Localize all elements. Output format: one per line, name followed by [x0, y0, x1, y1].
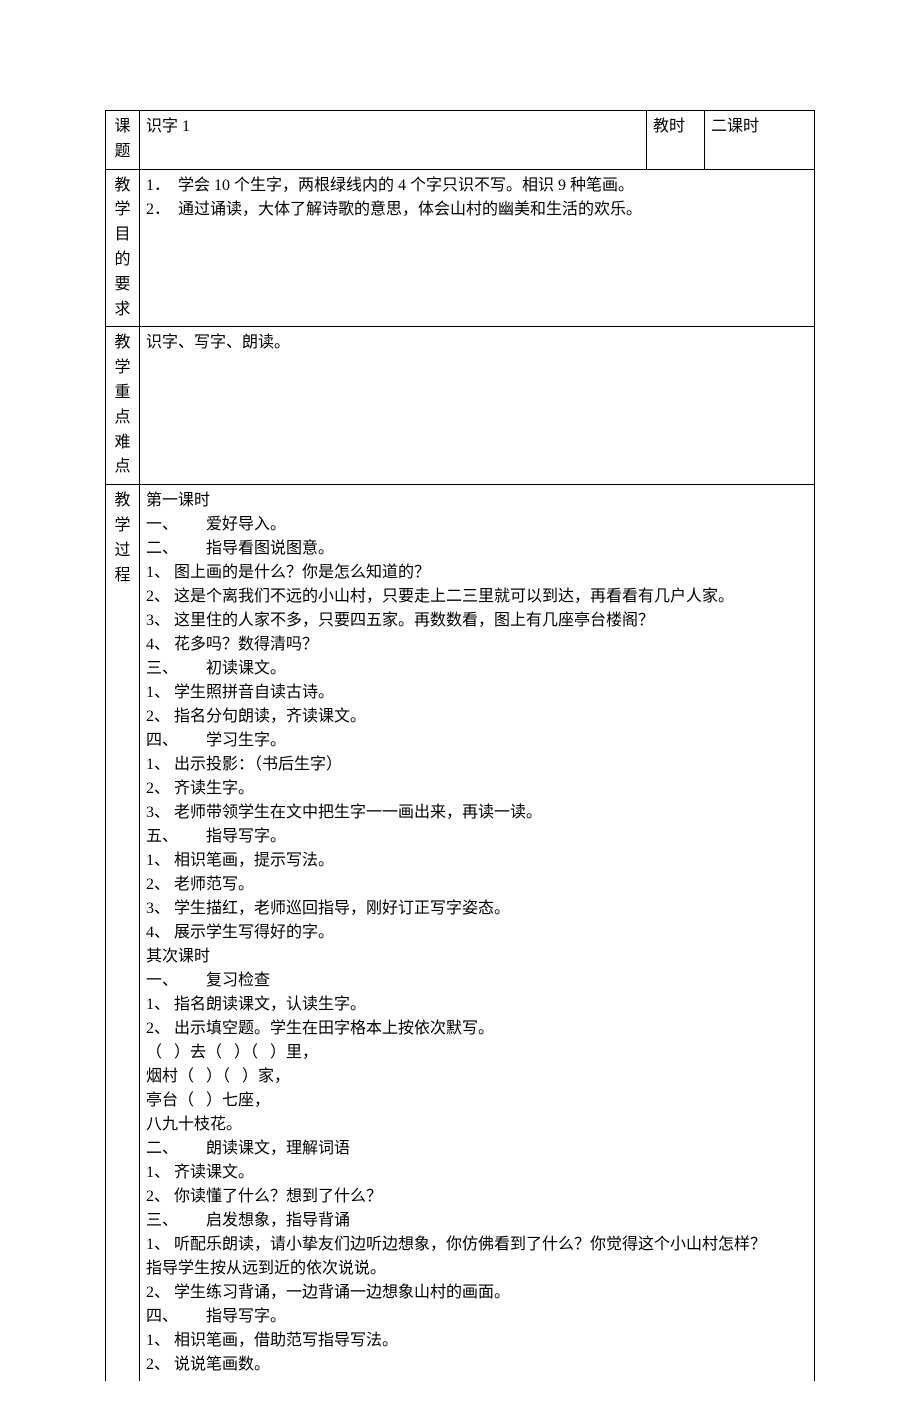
- keypoints-content-cell: 识字、写字、朗读。: [140, 327, 815, 485]
- proc-line: 3、 老师带领学生在文中把生字一一画出来，再读一读。: [146, 801, 808, 825]
- proc-line: 三、 启发想象，指导背诵: [146, 1209, 808, 1233]
- proc-line: 四、 指导写字。: [146, 1305, 808, 1329]
- obj-label-line1: 教学: [112, 174, 133, 224]
- header-row: 课题 识字 1 教时 二课时: [106, 111, 815, 170]
- proc-line: 2、 老师范写。: [146, 873, 808, 897]
- proc-line: 1、 齐读课文。: [146, 1161, 808, 1185]
- objectives-row: 教学 目的 要求 1． 学会 10 个生字，两根绿线内的 4 个字只识不写。相识…: [106, 169, 815, 327]
- process-label-cell: 教 学 过 程: [106, 485, 140, 1382]
- topic-value-cell: 识字 1: [140, 111, 647, 170]
- proc-line: 第一课时: [146, 489, 808, 513]
- proc-line: 1、 学生照拼音自读古诗。: [146, 681, 808, 705]
- proc-line: 3、 这里住的人家不多，只要四五家。再数数看，图上有几座亭台楼阁？: [146, 609, 808, 633]
- proc-line: 2、 指名分句朗读，齐读课文。: [146, 705, 808, 729]
- topic-label-cell: 课题: [106, 111, 140, 170]
- proc-label-3: 过: [112, 539, 133, 564]
- proc-line: 2、 出示填空题。学生在田字格本上按依次默写。: [146, 1017, 808, 1041]
- proc-line: 1、 听配乐朗读，请小挚友们边听边想象，你仿佛看到了什么？你觉得这个小山村怎样？: [146, 1233, 808, 1257]
- topic-value: 识字 1: [146, 118, 190, 135]
- proc-line: 2、 说说笔画数。: [146, 1353, 808, 1377]
- obj-line-2: 2． 通过诵读，大体了解诗歌的意思，体会山村的幽美和生活的欢乐。: [146, 198, 808, 222]
- proc-line: 1、 指名朗读课文，认读生字。: [146, 993, 808, 1017]
- process-content-cell: 第一课时 一、 爱好导入。 二、 指导看图说图意。 1、 图上画的是什么？你是怎…: [140, 485, 815, 1382]
- proc-line: 八九十枝花。: [146, 1113, 808, 1137]
- proc-line: 其次课时: [146, 945, 808, 969]
- proc-line: （ ）去（ ）（ ）里，: [146, 1041, 808, 1065]
- proc-line: 3、 学生描红，老师巡回指导，刚好订正写字姿态。: [146, 897, 808, 921]
- time-label-cell: 教时: [647, 111, 705, 170]
- time-value: 二课时: [711, 118, 759, 135]
- lesson-plan-table: 课题 识字 1 教时 二课时 教学 目的 要求 1． 学会 10 个生字，两根绿…: [105, 110, 815, 1381]
- proc-line: 1、 图上画的是什么？你是怎么知道的？: [146, 561, 808, 585]
- proc-label-4: 程: [112, 564, 133, 589]
- kp-label-line2: 重点: [112, 381, 133, 431]
- proc-line: 亭台（ ）七座，: [146, 1089, 808, 1113]
- keypoints-text: 识字、写字、朗读。: [146, 334, 290, 351]
- kp-label-line1: 教学: [112, 331, 133, 381]
- keypoints-label-cell: 教学 重点 难点: [106, 327, 140, 485]
- topic-label: 课题: [112, 115, 133, 165]
- obj-label-line2: 目的: [112, 223, 133, 273]
- proc-line: 1、 相识笔画，提示写法。: [146, 849, 808, 873]
- kp-label-line3: 难点: [112, 431, 133, 481]
- proc-line: 一、 爱好导入。: [146, 513, 808, 537]
- objectives-content-cell: 1． 学会 10 个生字，两根绿线内的 4 个字只识不写。相识 9 种笔画。 2…: [140, 169, 815, 327]
- keypoints-row: 教学 重点 难点 识字、写字、朗读。: [106, 327, 815, 485]
- proc-label-1: 教: [112, 489, 133, 514]
- obj-label-line3: 要求: [112, 273, 133, 323]
- time-value-cell: 二课时: [705, 111, 815, 170]
- proc-line: 三、 初读课文。: [146, 657, 808, 681]
- proc-line: 2、 齐读生字。: [146, 777, 808, 801]
- proc-line: 指导学生按从远到近的依次说说。: [146, 1257, 808, 1281]
- proc-line: 五、 指导写字。: [146, 825, 808, 849]
- obj-line-1: 1． 学会 10 个生字，两根绿线内的 4 个字只识不写。相识 9 种笔画。: [146, 174, 808, 198]
- proc-line: 4、 展示学生写得好的字。: [146, 921, 808, 945]
- proc-line: 一、 复习检查: [146, 969, 808, 993]
- proc-label-2: 学: [112, 514, 133, 539]
- proc-line: 二、 朗读课文，理解词语: [146, 1137, 808, 1161]
- proc-line: 四、 学习生字。: [146, 729, 808, 753]
- time-label: 教时: [653, 118, 685, 135]
- proc-line: 烟村（ ）（ ）家，: [146, 1065, 808, 1089]
- proc-line: 1、 相识笔画，借助范写指导写法。: [146, 1329, 808, 1353]
- proc-line: 4、 花多吗？数得清吗？: [146, 633, 808, 657]
- process-row: 教 学 过 程 第一课时 一、 爱好导入。 二、 指导看图说图意。 1、 图上画…: [106, 485, 815, 1382]
- proc-line: 二、 指导看图说图意。: [146, 537, 808, 561]
- proc-line: 1、 出示投影：（书后生字）: [146, 753, 808, 777]
- objectives-label-cell: 教学 目的 要求: [106, 169, 140, 327]
- proc-line: 2、 这是个离我们不远的小山村，只要走上二三里就可以到达，再看看有几户人家。: [146, 585, 808, 609]
- proc-line: 2、 你读懂了什么？想到了什么？: [146, 1185, 808, 1209]
